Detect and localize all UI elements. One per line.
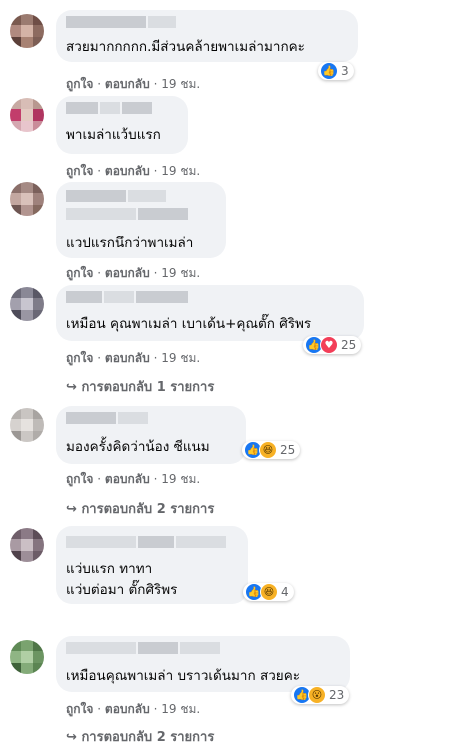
comment-text: เหมือนคุณพาเมล่า บราวเด้นมาก สวยคะ (66, 668, 300, 684)
commenter-name-redacted[interactable] (66, 102, 152, 114)
view-replies-link[interactable]: ↪ การตอบกลับ 1 รายการ (66, 376, 214, 397)
reply-arrow-icon: ↪ (66, 502, 77, 517)
reaction-count: 25 (341, 338, 357, 352)
avatar[interactable] (10, 287, 44, 321)
like-button[interactable]: ถูกใจ (66, 702, 93, 716)
replies-count-label: การตอบกลับ 2 รายการ (81, 502, 215, 517)
timestamp[interactable]: 19 ชม. (161, 164, 200, 178)
avatar[interactable] (10, 14, 44, 48)
comment-actions: ถูกใจ · ตอบกลับ · 19 ชม. (66, 351, 201, 365)
comment-text: เหมือน คุณพาเมล่า เบาเด้น+คุณตั๊ก ศิริพร (66, 316, 312, 332)
avatar[interactable] (10, 640, 44, 674)
like-button[interactable]: ถูกใจ (66, 266, 93, 280)
avatar[interactable] (10, 182, 44, 216)
avatar[interactable] (10, 408, 44, 442)
timestamp[interactable]: 19 ชม. (161, 702, 200, 716)
commenter-name-redacted[interactable] (66, 536, 226, 548)
commenter-name-redacted[interactable] (66, 16, 176, 28)
view-replies-link[interactable]: ↪ การตอบกลับ 2 รายการ (66, 498, 214, 519)
reaction-summary[interactable]: 👍 😆 25 (242, 441, 301, 459)
comment-text-line1: แว่บแรก ทาทา (66, 561, 153, 577)
reaction-summary[interactable]: 👍 3 (318, 62, 354, 80)
comment-bubble: มองครั้งคิดว่าน้อง ซีแนม (56, 406, 246, 464)
reply-button[interactable]: ตอบกลับ (105, 702, 150, 716)
reaction-count: 4 (281, 585, 289, 599)
avatar[interactable] (10, 528, 44, 562)
reply-button[interactable]: ตอบกลับ (105, 472, 150, 486)
replies-count-label: การตอบกลับ 1 รายการ (81, 380, 215, 395)
view-replies-link[interactable]: ↪ การตอบกลับ 2 รายการ (66, 726, 214, 747)
comment-actions: ถูกใจ · ตอบกลับ · 19 ชม. (66, 266, 201, 280)
reaction-count: 23 (329, 688, 345, 702)
heart-icon: ♥ (320, 336, 338, 354)
like-button[interactable]: ถูกใจ (66, 164, 93, 178)
haha-icon: 😆 (259, 441, 277, 459)
reply-button[interactable]: ตอบกลับ (105, 351, 150, 365)
wow-icon: 😮 (308, 686, 326, 704)
reply-arrow-icon: ↪ (66, 380, 77, 395)
timestamp[interactable]: 19 ชม. (161, 351, 200, 365)
comment-bubble: แว่บแรก ทาทา แว่บต่อมา ตั๊กศิริพร (56, 526, 248, 604)
reaction-count: 25 (280, 443, 296, 457)
reply-arrow-icon: ↪ (66, 730, 77, 745)
haha-icon: 😆 (260, 583, 278, 601)
comment-bubble: เหมือนคุณพาเมล่า บราวเด้นมาก สวยคะ (56, 636, 350, 692)
reply-button[interactable]: ตอบกลับ (105, 266, 150, 280)
like-button[interactable]: ถูกใจ (66, 472, 93, 486)
timestamp[interactable]: 19 ชม. (161, 266, 200, 280)
comment-text: สวยมากกกกก.มีส่วนคล้ายพาเมล่ามากคะ (66, 39, 305, 55)
commenter-name-redacted-line2 (66, 208, 188, 220)
replies-count-label: การตอบกลับ 2 รายการ (81, 730, 215, 745)
comment-text: พาเมล่าแว้บแรก (66, 127, 161, 143)
comment-bubble: เหมือน คุณพาเมล่า เบาเด้น+คุณตั๊ก ศิริพร (56, 285, 364, 341)
timestamp[interactable]: 19 ชม. (161, 472, 200, 486)
timestamp[interactable]: 19 ชม. (161, 77, 200, 91)
reaction-summary[interactable]: 👍 ♥ 25 (303, 336, 362, 354)
thumbs-up-icon: 👍 (320, 62, 338, 80)
comment-actions: ถูกใจ · ตอบกลับ · 19 ชม. (66, 472, 201, 486)
reply-button[interactable]: ตอบกลับ (105, 164, 150, 178)
reaction-summary[interactable]: 👍 😮 23 (291, 686, 350, 704)
comment-bubble: พาเมล่าแว้บแรก (56, 96, 188, 154)
comment-actions: ถูกใจ · ตอบกลับ · 19 ชม. (66, 77, 201, 91)
comment-text-line2: แว่บต่อมา ตั๊กศิริพร (66, 582, 178, 598)
like-button[interactable]: ถูกใจ (66, 77, 93, 91)
reaction-summary[interactable]: 👍 😆 4 (243, 583, 294, 601)
comment-text: มองครั้งคิดว่าน้อง ซีแนม (66, 439, 210, 455)
like-button[interactable]: ถูกใจ (66, 351, 93, 365)
commenter-name-redacted[interactable] (66, 291, 188, 303)
commenter-name-redacted[interactable] (66, 412, 148, 424)
avatar[interactable] (10, 98, 44, 132)
commenter-name-redacted[interactable] (66, 190, 166, 202)
reaction-count: 3 (341, 64, 349, 78)
commenter-name-redacted[interactable] (66, 642, 220, 654)
comment-bubble: สวยมากกกกก.มีส่วนคล้ายพาเมล่ามากคะ (56, 10, 358, 62)
comment-actions: ถูกใจ · ตอบกลับ · 19 ชม. (66, 164, 201, 178)
comment-actions: ถูกใจ · ตอบกลับ · 19 ชม. (66, 702, 201, 716)
comment-text: แวปแรกนึกว่าพาเมล่า (66, 235, 194, 251)
reply-button[interactable]: ตอบกลับ (105, 77, 150, 91)
comment-bubble: แวปแรกนึกว่าพาเมล่า (56, 182, 226, 258)
